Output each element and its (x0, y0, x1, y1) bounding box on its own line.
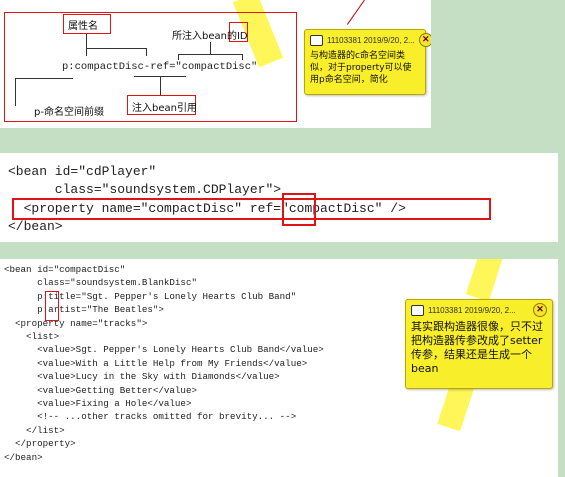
code-line: </property> (4, 438, 76, 450)
code-line: </bean> (4, 451, 43, 463)
code-line: <value>With a Little Help from My Friend… (4, 357, 308, 369)
code-line: <list> (4, 331, 60, 343)
comment-text: 与构造器的c命名空间类似，对于property可以使用p命名空间，简化 (310, 51, 412, 85)
connector-line (242, 54, 243, 60)
connector-line (86, 34, 87, 48)
comment-popup[interactable]: 11103381 2019/9/20, 2... ✕ 其实跟构造器很像，只不过把… (405, 299, 553, 389)
property-highlight-box (12, 198, 491, 220)
code-line: <value>Sgt. Pepper's Lonely Hearts Club … (4, 344, 324, 356)
connector-line (15, 78, 73, 79)
ref-highlight-box (282, 193, 316, 226)
annotation-pointer-line (346, 0, 365, 25)
code-line: <!-- ...other tracks omitted for brevity… (4, 411, 297, 423)
close-icon[interactable]: ✕ (418, 33, 431, 47)
code-line: </bean> (8, 219, 63, 234)
code-line: <value>Lucy in the Sky with Diamonds</va… (4, 371, 280, 383)
code-line: </list> (4, 424, 65, 436)
comment-icon (411, 304, 424, 316)
connector-line (160, 76, 161, 95)
connector-line (15, 78, 16, 106)
compactdisc-code-panel: <bean id="compactDisc" class="soundsyste… (0, 259, 558, 477)
comment-header: 11103381 2019/9/20, 2... (327, 35, 415, 45)
connector-line (134, 76, 186, 77)
prefix-label: p-命名空间前缀 (34, 107, 104, 118)
connector-line (178, 54, 242, 55)
code-line: <value>Getting Better</value> (4, 384, 197, 396)
connector-line (86, 48, 87, 56)
cdplayer-code-panel: <bean id="cdPlayer" class="soundsystem.C… (0, 153, 558, 242)
bean-ref-label: 注入bean引用 (132, 103, 197, 114)
comment-popup[interactable]: 11103381 2019/9/20, 2... ✕ 与构造器的c命名空间类似，… (304, 29, 431, 95)
bean-id-label: 所注入bean的ID (172, 31, 248, 42)
comment-header: 11103381 2019/9/20, 2... (428, 305, 516, 315)
connector-line (86, 48, 146, 49)
p-namespace-code: p:compactDisc-ref="compactDisc" (62, 61, 258, 73)
highlight-stroke (465, 259, 505, 302)
code-line: class="soundsystem.CDPlayer"> (8, 182, 282, 197)
p-prefix-highlight-box (45, 291, 59, 321)
connector-line (146, 48, 147, 56)
p-namespace-diagram-panel: 属性名 所注入bean的ID 注入bean引用 p-命名空间前缀 p:compa… (0, 0, 431, 128)
attr-name-label: 属性名 (68, 21, 98, 32)
comment-text: 其实跟构造器很像，只不过把构造器传参改成了setter传参，结果还是生成一个be… (411, 320, 543, 375)
code-line: <bean id="compactDisc" (4, 264, 126, 275)
code-line: class="soundsystem.BlankDisc" (4, 277, 197, 289)
close-icon[interactable]: ✕ (533, 303, 547, 317)
comment-icon (310, 34, 323, 46)
code-line: <bean id="cdPlayer" (8, 164, 157, 179)
connector-line (178, 54, 179, 60)
connector-line (210, 42, 211, 54)
code-line: <value>Fixing a Hole</value> (4, 398, 192, 410)
